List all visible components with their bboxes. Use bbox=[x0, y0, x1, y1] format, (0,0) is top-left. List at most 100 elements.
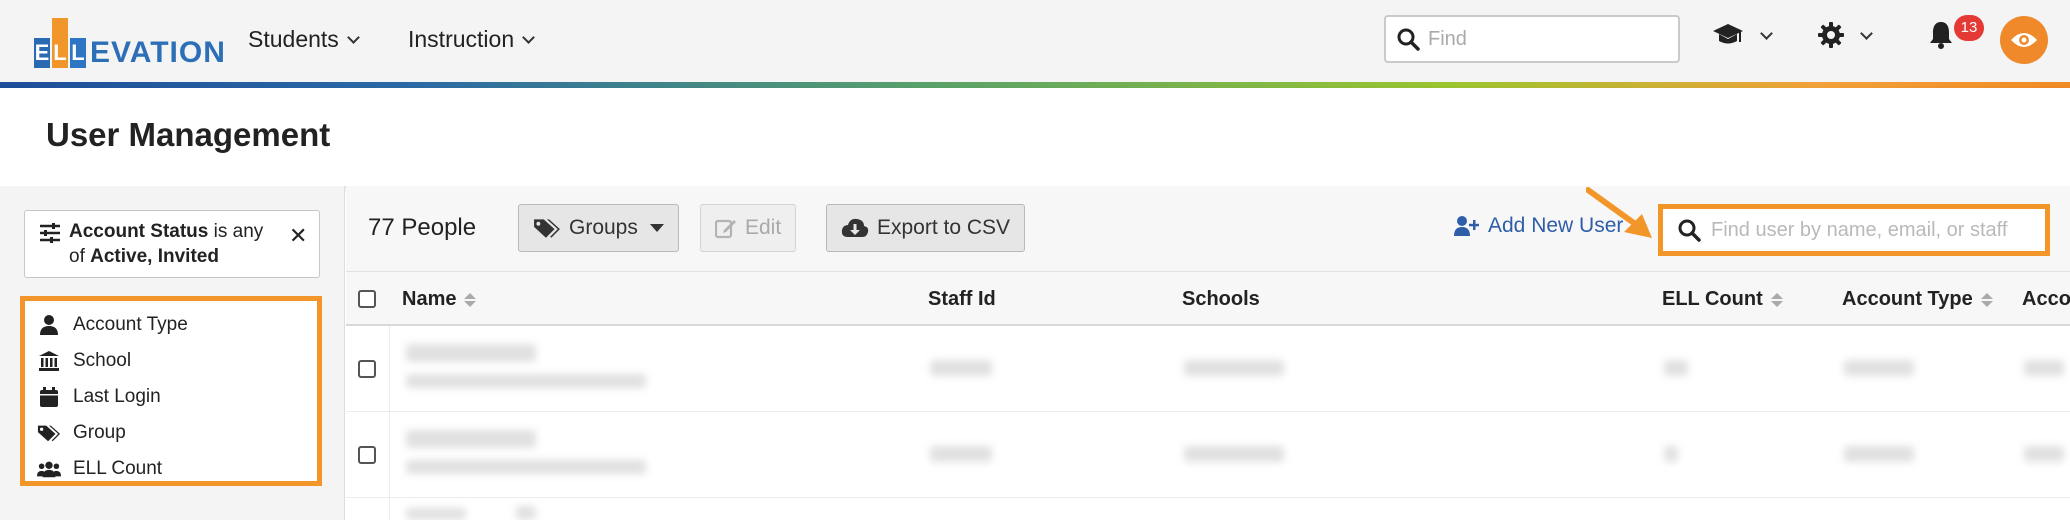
blurred-account-type bbox=[1844, 446, 1914, 462]
sliders-icon bbox=[40, 223, 60, 243]
column-label: Account Type bbox=[1842, 288, 1973, 310]
nav-students-label: Students bbox=[248, 26, 339, 52]
eye-icon bbox=[2011, 33, 2037, 47]
close-icon[interactable]: ✕ bbox=[289, 223, 307, 249]
column-header-staff-id: Staff Id bbox=[928, 288, 996, 311]
nav-students-menu[interactable]: Students bbox=[248, 26, 360, 53]
top-navbar: E L L EVATION Students Instruction Find … bbox=[0, 0, 2070, 82]
filter-values: Active, Invited bbox=[90, 246, 219, 267]
cloud-download-icon bbox=[841, 218, 869, 237]
graduation-cap-icon bbox=[1713, 24, 1743, 44]
filter-option-label: Group bbox=[73, 422, 126, 443]
nav-instruction-label: Instruction bbox=[408, 26, 515, 52]
users-toolbar: 77 People Groups Edit Export to CSV Add … bbox=[346, 186, 2070, 272]
column-header-account-type[interactable]: Account Type bbox=[1842, 288, 1993, 311]
page-title: User Management bbox=[46, 116, 331, 153]
column-header-name[interactable]: Name bbox=[402, 288, 477, 311]
row-select-checkbox[interactable] bbox=[358, 446, 376, 464]
blurred-user-name bbox=[406, 344, 536, 362]
export-button-label: Export to CSV bbox=[877, 216, 1011, 239]
ellevation-logo[interactable]: E L L EVATION bbox=[34, 12, 226, 68]
export-csv-button[interactable]: Export to CSV bbox=[826, 204, 1026, 252]
blurred-account-status bbox=[2024, 360, 2064, 376]
filter-option-label: School bbox=[73, 350, 132, 371]
page-header: User Management bbox=[0, 88, 2070, 186]
school-icon bbox=[39, 351, 59, 371]
blurred-ell-count bbox=[1664, 446, 1678, 462]
table-row[interactable] bbox=[346, 412, 2070, 498]
user-search-input[interactable] bbox=[1711, 218, 2011, 242]
filter-field-name: Account Status bbox=[69, 221, 209, 242]
people-count: 77 People bbox=[368, 214, 477, 241]
notifications-button[interactable] bbox=[1928, 20, 1954, 55]
blurred-user-name bbox=[406, 508, 466, 520]
groups-button-label: Groups bbox=[569, 216, 638, 239]
users-table-header: Name Staff Id Schools ELL Count Account … bbox=[346, 272, 2070, 326]
users-icon bbox=[37, 461, 61, 478]
filter-option-label: ELL Count bbox=[73, 458, 163, 479]
tags-icon bbox=[37, 425, 61, 442]
logo-letter-e: E bbox=[34, 38, 50, 68]
global-find-box bbox=[1384, 15, 1680, 63]
filter-option-last-login[interactable]: Last Login bbox=[25, 379, 317, 415]
user-icon bbox=[40, 315, 58, 335]
blurred-staff-id bbox=[930, 446, 992, 462]
calendar-icon bbox=[40, 387, 58, 407]
annotation-arrow-icon bbox=[1586, 187, 1652, 238]
select-all-checkbox[interactable] bbox=[358, 290, 376, 308]
notifications-count-badge: 13 bbox=[1954, 15, 1984, 41]
table-row[interactable] bbox=[346, 326, 2070, 412]
caret-down-icon bbox=[649, 224, 664, 232]
edit-icon bbox=[715, 219, 736, 239]
blurred-account-status bbox=[2024, 446, 2064, 462]
edit-button-label: Edit bbox=[745, 216, 782, 239]
blurred-user-email bbox=[406, 374, 646, 388]
view-as-button[interactable] bbox=[2000, 16, 2048, 64]
logo-letter-l2: L bbox=[70, 38, 86, 68]
blurred-schools bbox=[1184, 360, 1284, 376]
logo-letter-l1: L bbox=[52, 18, 68, 68]
row-select-checkbox[interactable] bbox=[358, 360, 376, 378]
filter-option-label: Last Login bbox=[73, 386, 161, 407]
sort-icon bbox=[1770, 292, 1783, 307]
groups-dropdown-button[interactable]: Groups bbox=[518, 204, 679, 252]
filter-option-ell-count[interactable]: ELL Count bbox=[25, 451, 317, 487]
active-filter-chip[interactable]: Account Status is any of Active, Invited… bbox=[24, 210, 320, 278]
filter-option-account-type[interactable]: Account Type bbox=[25, 307, 317, 343]
filter-sidebar: Account Status is any of Active, Invited… bbox=[0, 186, 345, 520]
nav-instruction-menu[interactable]: Instruction bbox=[408, 26, 535, 53]
filter-option-label: Account Type bbox=[73, 314, 188, 335]
user-plus-icon bbox=[1454, 216, 1479, 236]
column-header-ell-count[interactable]: ELL Count bbox=[1662, 288, 1783, 311]
user-search-box bbox=[1658, 204, 2050, 256]
chevron-down-icon bbox=[522, 31, 535, 44]
global-find-input[interactable] bbox=[1428, 27, 1668, 51]
blurred-schools bbox=[1184, 446, 1284, 462]
column-label: Acco bbox=[2022, 288, 2070, 310]
column-header-schools: Schools bbox=[1182, 288, 1260, 311]
filter-option-group[interactable]: Group bbox=[25, 415, 317, 451]
chevron-down-icon bbox=[1860, 26, 1873, 40]
main-content: 77 People Groups Edit Export to CSV Add … bbox=[346, 186, 2070, 520]
blurred-staff-id bbox=[930, 360, 992, 376]
column-label: Staff Id bbox=[928, 288, 996, 310]
blurred-user-name-part bbox=[516, 506, 536, 520]
filter-options-list: Account Type School Last Login Group ELL… bbox=[20, 296, 322, 486]
search-icon bbox=[1678, 219, 1701, 242]
table-row[interactable] bbox=[346, 498, 2070, 520]
logo-text: EVATION bbox=[90, 36, 226, 69]
blurred-user-email bbox=[406, 460, 646, 474]
blurred-ell-count bbox=[1664, 360, 1688, 376]
column-label: Name bbox=[402, 288, 457, 310]
sort-icon bbox=[464, 292, 477, 307]
column-label: ELL Count bbox=[1662, 288, 1763, 310]
school-switcher-menu[interactable] bbox=[1712, 22, 1773, 48]
settings-menu[interactable] bbox=[1818, 22, 1873, 48]
tags-icon bbox=[534, 219, 560, 238]
filter-option-school[interactable]: School bbox=[25, 343, 317, 379]
blurred-user-name bbox=[406, 430, 536, 448]
blurred-account-type bbox=[1844, 360, 1914, 376]
active-filter-text: Account Status is any of Active, Invited bbox=[69, 219, 279, 269]
edit-button[interactable]: Edit bbox=[700, 204, 797, 252]
chevron-down-icon bbox=[1760, 26, 1773, 40]
